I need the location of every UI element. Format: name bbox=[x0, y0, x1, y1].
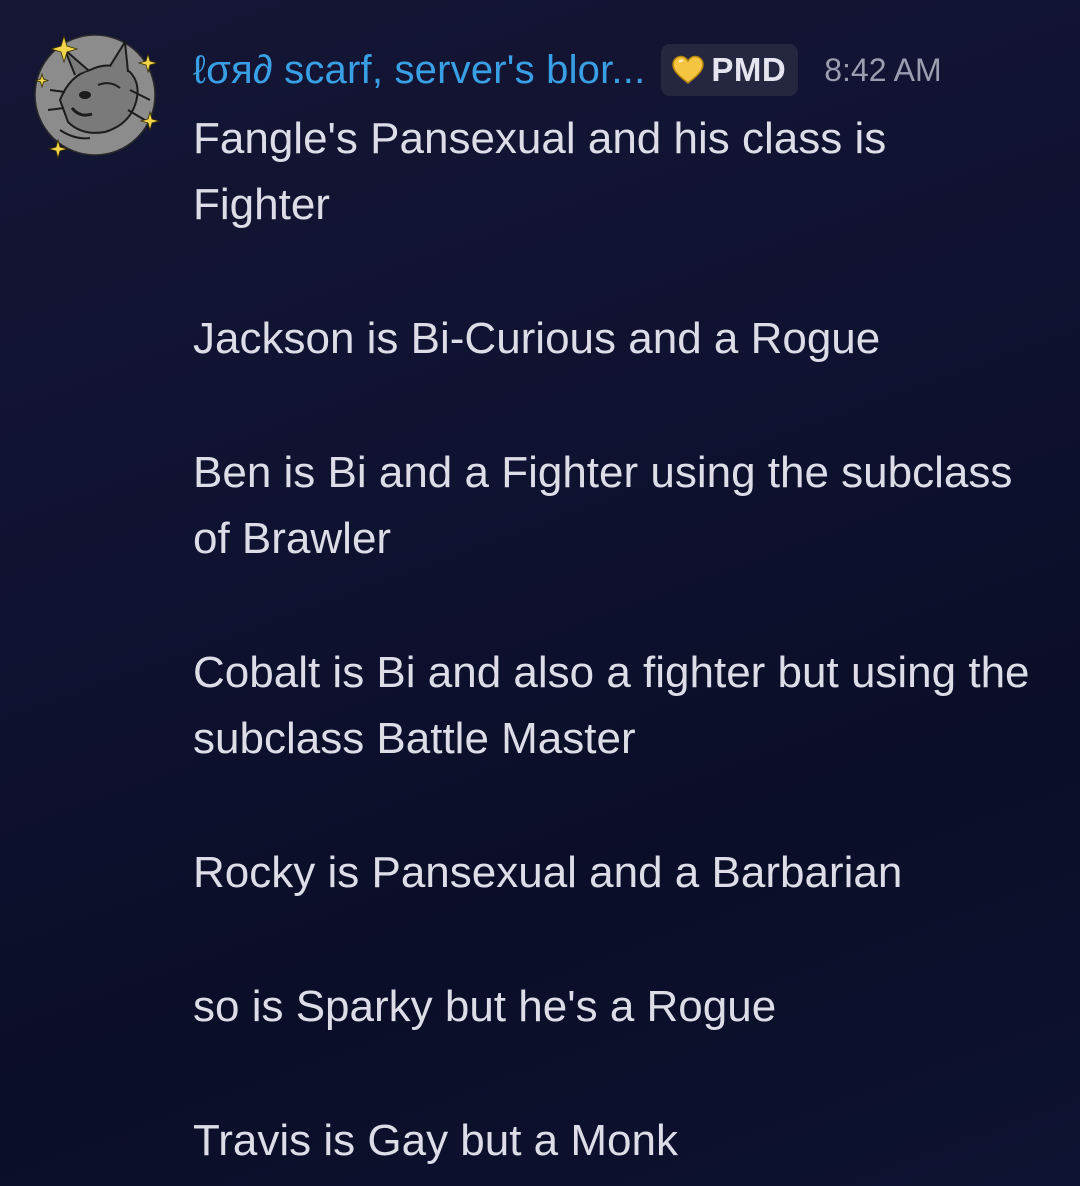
avatar-image bbox=[34, 34, 160, 160]
chat-message: ℓσя∂ scarf, server's blor... PMD 8:42 AM… bbox=[0, 0, 1080, 1186]
message-paragraph: Ben is Bi and a Fighter using the subcla… bbox=[193, 448, 1013, 563]
server-tag-label: PMD bbox=[711, 51, 787, 88]
server-tag[interactable]: PMD bbox=[661, 44, 799, 96]
message-paragraph: Travis is Gay but a Monk bbox=[193, 1116, 678, 1165]
message-header: ℓσя∂ scarf, server's blor... PMD 8:42 AM bbox=[193, 42, 1053, 98]
message-paragraph: Jackson is Bi-Curious and a Rogue bbox=[193, 314, 881, 363]
avatar[interactable] bbox=[30, 30, 160, 160]
author-name[interactable]: ℓσя∂ scarf, server's blor... bbox=[193, 48, 645, 93]
gold-heart-icon bbox=[671, 55, 705, 85]
message-timestamp[interactable]: 8:42 AM bbox=[824, 52, 941, 89]
message-paragraph: Cobalt is Bi and also a fighter but usin… bbox=[193, 648, 1030, 763]
message-content: Fangle's Pansexual and his class is Figh… bbox=[193, 106, 1033, 1174]
message-paragraph: Fangle's Pansexual and his class is Figh… bbox=[193, 114, 887, 229]
message-paragraph: Rocky is Pansexual and a Barbarian bbox=[193, 848, 903, 897]
message-paragraph: so is Sparky but he's a Rogue bbox=[193, 982, 777, 1031]
